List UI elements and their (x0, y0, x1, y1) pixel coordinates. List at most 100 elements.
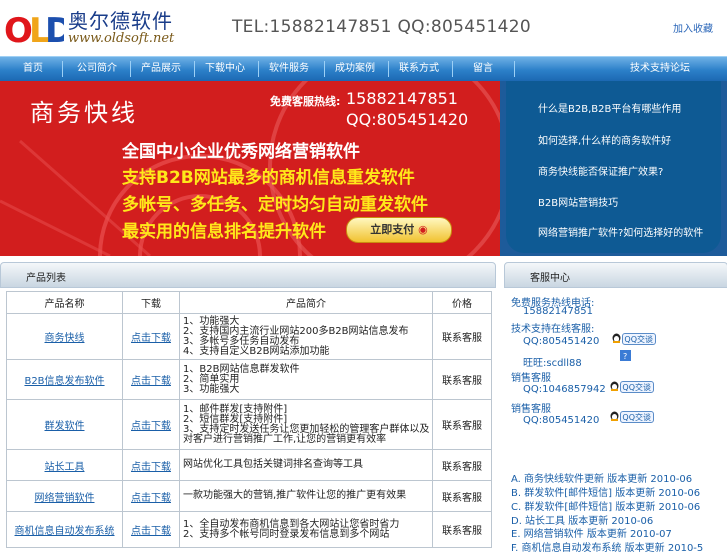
nav-item-products[interactable]: 产品展示 (134, 57, 188, 81)
qq-chat-button[interactable]: QQ交谈 (620, 381, 654, 393)
main-nav: 首页 公司简介 产品展示 下载中心 软件服务 成功案例 联系方式 留言 技术支持… (0, 56, 727, 81)
price-cell: 联系客服 (432, 359, 492, 400)
product-desc: 1、邮件群发[支持附件] 2、短信群发[支持附件] 3、支持定时发送任务让您更加… (179, 399, 433, 450)
pay-now-label: 立即支付 (370, 223, 415, 236)
product-name-link[interactable]: 站长工具 (6, 449, 123, 481)
qq-penguin-icon (610, 411, 619, 421)
msn-account: 旺旺:scdll88 (523, 358, 582, 369)
product-table: 产品名称 下载 产品简介 价格 商务快线 点击下载 1、功能强大 2、支持国内主… (6, 291, 492, 548)
desc-line: 网站优化工具包括关键词排名查询等工具 (183, 459, 363, 470)
price-cell: 联系客服 (432, 480, 492, 512)
product-desc: 1、功能强大 2、支持国内主流行业网站200多B2B网站信息发布 3、多帐号多任… (179, 313, 433, 360)
product-name-link[interactable]: 网络营销软件 (6, 480, 123, 512)
product-desc: 网站优化工具包括关键词排名查询等工具 (179, 449, 433, 481)
tech-support-qq: QQ:805451420 (523, 336, 600, 347)
pay-now-button[interactable]: 立即支付 ◉ (346, 217, 452, 243)
download-link[interactable]: 点击下载 (122, 511, 180, 548)
update-item[interactable]: F. 商机信息自动发布系统 版本更新 2010-5 (511, 539, 703, 554)
update-item[interactable]: B. 群发软件[邮件短信] 版本更新 2010-06 (511, 484, 700, 499)
banner-slogan: 全国中小企业优秀网络营销软件 (122, 142, 360, 162)
qq-chat-button[interactable]: QQ交谈 (622, 333, 656, 345)
nav-divider (514, 61, 515, 77)
product-list-title: 产品列表 (26, 273, 66, 284)
product-name-link[interactable]: 商务快线 (6, 313, 123, 360)
nav-divider (388, 61, 389, 77)
nav-divider (62, 61, 63, 77)
desc-line: 2、简单实用 (183, 373, 240, 385)
desc-line: 一款功能强大的营销,推广软件让您的推广更有效果 (183, 490, 407, 501)
update-item[interactable]: E. 网络营销软件 版本更新 2010-07 (511, 525, 672, 540)
download-link[interactable]: 点击下载 (122, 313, 180, 360)
banner-slogan: 最实用的信息排名提升软件 (122, 222, 326, 242)
desc-line: 3、多帐号多任务自动发布 (183, 335, 300, 347)
nav-item-download[interactable]: 下载中心 (198, 57, 252, 81)
nav-item-cases[interactable]: 成功案例 (328, 57, 382, 81)
nav-divider (452, 61, 453, 77)
product-list-header: 产品列表 (0, 262, 496, 288)
download-link[interactable]: 点击下载 (122, 399, 180, 450)
desc-line: 3、功能强大 (183, 383, 240, 395)
qq-penguin-icon (612, 333, 621, 343)
hotline-value: 15882147851 (523, 306, 593, 317)
news-item[interactable]: B2B网站营销技巧 (538, 194, 618, 209)
nav-divider (324, 61, 325, 77)
product-name-link[interactable]: 商机信息自动发布系统 (6, 511, 123, 548)
desc-line: 2、短信群发[支持附件] (183, 413, 288, 425)
table-header-row: 产品名称 下载 产品简介 价格 (6, 291, 492, 314)
price-cell: 联系客服 (432, 399, 492, 450)
column-header: 下载 (122, 291, 180, 314)
update-item[interactable]: C. 群发软件[邮件短信] 版本更新 2010-06 (511, 498, 700, 513)
banner-hotline-qq: QQ:805451420 (346, 110, 469, 129)
table-row: 群发软件 点击下载 1、邮件群发[支持附件] 2、短信群发[支持附件] 3、支持… (6, 399, 492, 450)
service-center-header: 客服中心 (504, 262, 727, 288)
product-name-link[interactable]: 群发软件 (6, 399, 123, 450)
news-panel-inner: 什么是B2B,B2B平台有哪些作用 如何选择,什么样的商务软件好 商务快线能否保… (506, 81, 721, 253)
product-desc: 1、B2B网站信息群发软件 2、简单实用 3、功能强大 (179, 359, 433, 400)
logo-mark[interactable]: O L D (4, 4, 64, 50)
download-link[interactable]: 点击下载 (122, 449, 180, 481)
product-name-link[interactable]: B2B信息发布软件 (6, 359, 123, 400)
nav-item-home[interactable]: 首页 (14, 57, 52, 81)
table-row: B2B信息发布软件 点击下载 1、B2B网站信息群发软件 2、简单实用 3、功能… (6, 359, 492, 400)
news-item[interactable]: 什么是B2B,B2B平台有哪些作用 (538, 100, 681, 115)
price-cell: 联系客服 (432, 511, 492, 548)
desc-line: 2、支持国内主流行业网站200多B2B网站信息发布 (183, 325, 409, 337)
nav-item-service[interactable]: 软件服务 (262, 57, 316, 81)
qq-penguin-icon (610, 381, 619, 391)
nav-item-forum[interactable]: 技术支持论坛 (600, 57, 720, 81)
column-header: 价格 (432, 291, 492, 314)
sales-qq: QQ:1046857942 (523, 384, 606, 395)
desc-line: 1、功能强大 (183, 315, 240, 327)
column-header: 产品简介 (179, 291, 433, 314)
desc-line: 4、支持自定义B2B网站添加功能 (183, 345, 330, 357)
download-link[interactable]: 点击下载 (122, 359, 180, 400)
nav-divider (194, 61, 195, 77)
nav-item-contact[interactable]: 联系方式 (392, 57, 446, 81)
service-center-title: 客服中心 (530, 273, 570, 284)
update-item[interactable]: A. 商务快线软件更新 版本更新 2010-06 (511, 470, 692, 485)
desc-line: 3、支持定时发送任务让您更加轻松的管理客户群体以及对客户进行营销推广工作,让您的… (183, 423, 430, 445)
nav-item-guestbook[interactable]: 留言 (456, 57, 510, 81)
desc-line: 1、B2B网站信息群发软件 (183, 363, 300, 375)
news-item[interactable]: 商务快线能否保证推广效果? (538, 163, 663, 178)
qq-chat-button[interactable]: QQ交谈 (620, 411, 654, 423)
banner-slogan: 支持B2B网站最多的商机信息重发软件 (122, 168, 415, 188)
header-tel: TEL:15882147851 QQ:805451420 (232, 17, 531, 37)
download-link[interactable]: 点击下载 (122, 480, 180, 512)
nav-item-about[interactable]: 公司简介 (70, 57, 124, 81)
nav-divider (130, 61, 131, 77)
product-desc: 一款功能强大的营销,推广软件让您的推广更有效果 (179, 480, 433, 512)
news-item[interactable]: 网络营销推广软件?如何选择好的软件 (538, 224, 703, 239)
news-item[interactable]: 如何选择,什么样的商务软件好 (538, 132, 671, 147)
favorite-link[interactable]: 加入收藏 (673, 20, 713, 35)
table-row: 网络营销软件 点击下载 一款功能强大的营销,推广软件让您的推广更有效果 联系客服 (6, 480, 492, 512)
cart-icon: ◉ (418, 223, 428, 236)
banner-title: 商务快线 (30, 99, 138, 127)
msn-status-icon[interactable]: ? (620, 350, 631, 361)
logo-cn-name: 奥尔德软件 (68, 9, 173, 33)
logo-url: www.oldsoft.net (68, 31, 175, 46)
promo-banner[interactable]: 商务快线 免费客服热线: 15882147851 QQ:805451420 全国… (0, 81, 500, 256)
price-cell: 联系客服 (432, 313, 492, 360)
svg-text:?: ? (623, 352, 627, 361)
product-desc: 1、全自动发布商机信息到各大网站让您省时省力 2、支持多个帐号同时登录发布信息到… (179, 511, 433, 548)
